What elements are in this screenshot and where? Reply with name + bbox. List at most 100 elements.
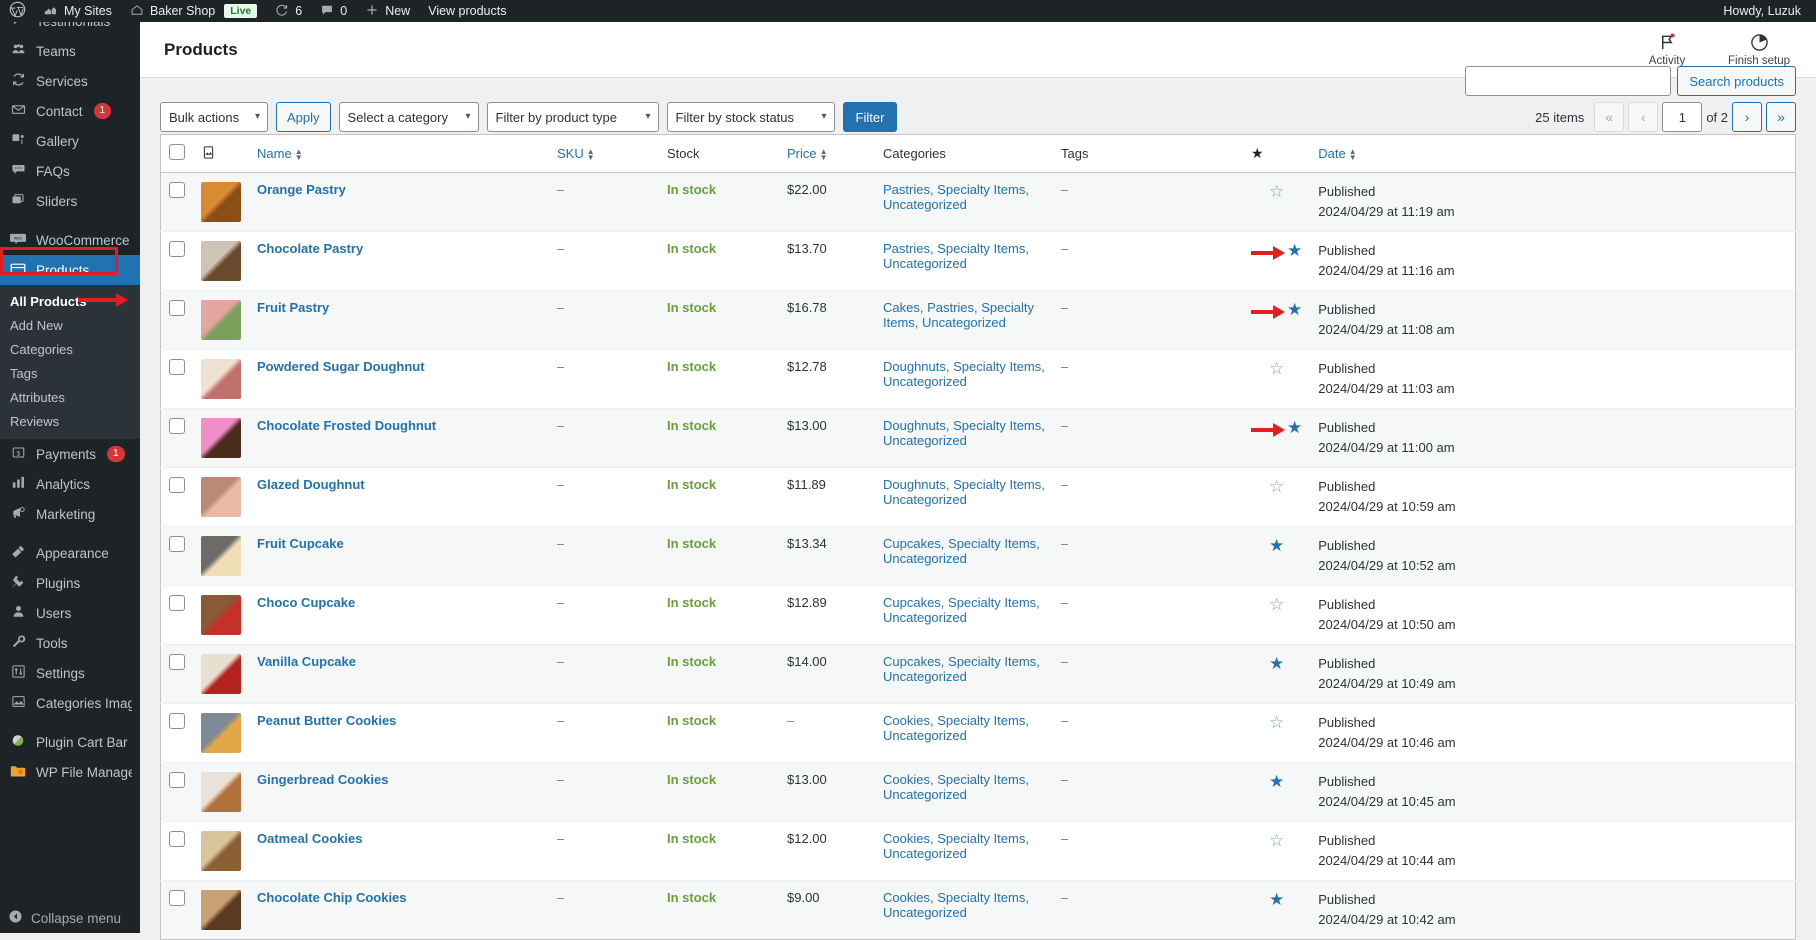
activity-button[interactable]: Activity: [1634, 33, 1700, 67]
row-checkbox[interactable]: [169, 713, 185, 729]
featured-star-icon[interactable]: ☆: [1269, 595, 1284, 614]
featured-star-icon[interactable]: ★: [1287, 241, 1302, 260]
featured-star-icon[interactable]: ☆: [1269, 831, 1284, 850]
category-filter-select[interactable]: Select a category ▾: [338, 102, 479, 132]
row-checkbox[interactable]: [169, 536, 185, 552]
product-name-link[interactable]: Chocolate Pastry: [257, 241, 363, 256]
sku-sort-link[interactable]: SKU: [557, 146, 584, 161]
product-name-link[interactable]: Fruit Cupcake: [257, 536, 344, 551]
comments-menu[interactable]: 0: [311, 0, 356, 22]
product-category-links[interactable]: Pastries, Specialty Items, Uncategorized: [883, 241, 1029, 271]
featured-star-icon[interactable]: ★: [1269, 890, 1284, 909]
row-checkbox[interactable]: [169, 418, 185, 434]
new-content-menu[interactable]: New: [356, 0, 419, 22]
row-checkbox[interactable]: [169, 241, 185, 257]
product-category-links[interactable]: Cookies, Specialty Items, Uncategorized: [883, 831, 1029, 861]
product-thumbnail[interactable]: [201, 654, 241, 694]
updates-menu[interactable]: 6: [266, 0, 311, 22]
sidebar-item-add-new[interactable]: Add New: [0, 313, 140, 337]
product-thumbnail[interactable]: [201, 477, 241, 517]
sidebar-item-categories[interactable]: Categories: [0, 337, 140, 361]
site-name-menu[interactable]: Baker Shop: [121, 0, 224, 22]
sidebar-item-appearance[interactable]: Appearance: [0, 538, 140, 568]
sidebar-item-settings[interactable]: Settings: [0, 658, 140, 688]
sidebar-item-tools[interactable]: Tools: [0, 628, 140, 658]
sidebar-item-contact[interactable]: Contact 1: [0, 96, 140, 126]
product-name-link[interactable]: Choco Cupcake: [257, 595, 355, 610]
product-thumbnail[interactable]: [201, 713, 241, 753]
sidebar-item-categories-images[interactable]: Categories Images: [0, 688, 140, 718]
sidebar-item-marketing[interactable]: Marketing: [0, 499, 140, 529]
last-page-button[interactable]: »: [1766, 102, 1796, 132]
collapse-menu-button[interactable]: Collapse menu: [0, 903, 140, 933]
product-category-links[interactable]: Pastries, Specialty Items, Uncategorized: [883, 182, 1029, 212]
featured-star-icon[interactable]: ★: [1269, 654, 1284, 673]
product-thumbnail[interactable]: [201, 890, 241, 930]
product-name-link[interactable]: Chocolate Chip Cookies: [257, 890, 407, 905]
sidebar-item-services[interactable]: Services: [0, 66, 140, 96]
product-category-links[interactable]: Cookies, Specialty Items, Uncategorized: [883, 713, 1029, 743]
sidebar-item-faqs[interactable]: FAQs: [0, 156, 140, 186]
product-category-links[interactable]: Cupcakes, Specialty Items, Uncategorized: [883, 536, 1040, 566]
product-thumbnail[interactable]: [201, 182, 241, 222]
sidebar-item-attributes[interactable]: Attributes: [0, 385, 140, 409]
stock-status-filter-select[interactable]: Filter by stock status ▾: [666, 102, 835, 132]
featured-star-icon[interactable]: ☆: [1269, 359, 1284, 378]
product-category-links[interactable]: Cookies, Specialty Items, Uncategorized: [883, 890, 1029, 920]
sku-column-header[interactable]: SKU ▲ ▼: [549, 134, 659, 173]
featured-star-icon[interactable]: ★: [1269, 536, 1284, 555]
product-name-link[interactable]: Glazed Doughnut: [257, 477, 365, 492]
featured-star-icon[interactable]: ★: [1287, 300, 1302, 319]
sidebar-item-users[interactable]: Users: [0, 598, 140, 628]
row-checkbox[interactable]: [169, 654, 185, 670]
row-checkbox[interactable]: [169, 831, 185, 847]
product-name-link[interactable]: Oatmeal Cookies: [257, 831, 363, 846]
sidebar-item-all-products[interactable]: All Products: [0, 289, 140, 313]
product-thumbnail[interactable]: [201, 418, 241, 458]
product-name-link[interactable]: Chocolate Frosted Doughnut: [257, 418, 436, 433]
view-products-link[interactable]: View products: [419, 0, 515, 22]
product-category-links[interactable]: Doughnuts, Specialty Items, Uncategorize…: [883, 418, 1045, 448]
name-column-header[interactable]: Name ▲ ▼: [249, 134, 549, 173]
my-sites-menu[interactable]: My Sites: [35, 0, 121, 22]
product-category-links[interactable]: Cookies, Specialty Items, Uncategorized: [883, 772, 1029, 802]
product-category-links[interactable]: Cupcakes, Specialty Items, Uncategorized: [883, 654, 1040, 684]
featured-star-icon[interactable]: ★: [1269, 772, 1284, 791]
select-all-checkbox[interactable]: [169, 144, 185, 160]
sidebar-item-products[interactable]: Products: [0, 255, 140, 285]
sidebar-item-woocommerce[interactable]: woo WooCommerce: [0, 225, 140, 255]
featured-star-icon[interactable]: ☆: [1269, 713, 1284, 732]
featured-star-icon[interactable]: ☆: [1269, 182, 1284, 201]
featured-star-icon[interactable]: ★: [1287, 418, 1302, 437]
sidebar-item-wp-file-manager[interactable]: WP File Manager: [0, 757, 140, 787]
sidebar-item-plugin-cart-bar[interactable]: Plugin Cart Bar: [0, 727, 140, 757]
product-thumbnail[interactable]: [201, 831, 241, 871]
filter-button[interactable]: Filter: [842, 102, 898, 132]
product-thumbnail[interactable]: [201, 300, 241, 340]
product-category-links[interactable]: Cupcakes, Specialty Items, Uncategorized: [883, 595, 1040, 625]
sidebar-item-payments[interactable]: $ Payments 1: [0, 439, 140, 469]
row-checkbox[interactable]: [169, 772, 185, 788]
price-sort-link[interactable]: Price: [787, 146, 817, 161]
sidebar-item-teams[interactable]: Teams: [0, 36, 140, 66]
apply-button[interactable]: Apply: [276, 102, 331, 132]
name-sort-link[interactable]: Name: [257, 146, 292, 161]
current-page-input[interactable]: 1: [1662, 102, 1703, 132]
product-thumbnail[interactable]: [201, 772, 241, 812]
howdy-menu[interactable]: Howdy, Luzuk: [1714, 0, 1810, 22]
product-thumbnail[interactable]: [201, 241, 241, 281]
sidebar-item-sliders[interactable]: Sliders: [0, 186, 140, 216]
row-checkbox[interactable]: [169, 477, 185, 493]
row-checkbox[interactable]: [169, 890, 185, 906]
product-name-link[interactable]: Gingerbread Cookies: [257, 772, 388, 787]
sidebar-item-reviews[interactable]: Reviews: [0, 409, 140, 433]
sidebar-item-plugins[interactable]: Plugins: [0, 568, 140, 598]
next-page-button[interactable]: ›: [1732, 102, 1762, 132]
sidebar-item-analytics[interactable]: Analytics: [0, 469, 140, 499]
product-name-link[interactable]: Vanilla Cupcake: [257, 654, 356, 669]
product-thumbnail[interactable]: [201, 536, 241, 576]
row-checkbox[interactable]: [169, 595, 185, 611]
product-name-link[interactable]: Peanut Butter Cookies: [257, 713, 396, 728]
date-column-header[interactable]: Date ▲ ▼: [1310, 134, 1796, 173]
product-category-links[interactable]: Doughnuts, Specialty Items, Uncategorize…: [883, 477, 1045, 507]
